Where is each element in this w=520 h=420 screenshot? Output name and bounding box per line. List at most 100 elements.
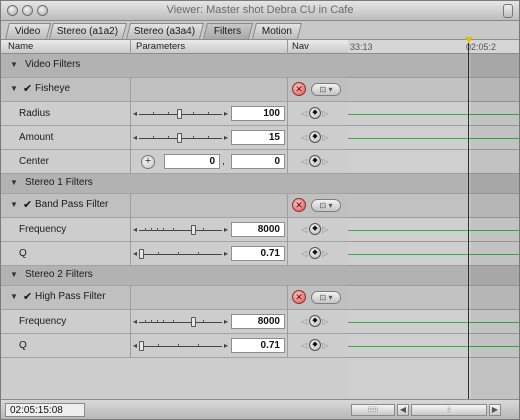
slider-knob[interactable]: [139, 341, 144, 351]
filter-row-fisheye[interactable]: ▼ ✔ Fisheye ✕ ⊡ ▾: [1, 78, 348, 102]
zoom-slider[interactable]: ⦙⦙⦙⦙⦙⦙: [351, 404, 395, 416]
group-label: Video Filters: [25, 59, 81, 70]
column-nav-header[interactable]: Nav: [292, 41, 309, 52]
column-divider[interactable]: [130, 40, 131, 54]
filter-row-band-pass[interactable]: ▼ ✔ Band Pass Filter ✕ ⊡ ▾: [1, 194, 348, 218]
disclosure-triangle-icon[interactable]: ▼: [10, 292, 18, 301]
center-x-field[interactable]: 0: [164, 154, 220, 169]
bp-q-slider[interactable]: ◂ ▸: [133, 249, 228, 259]
disclosure-triangle-icon[interactable]: ▼: [10, 200, 18, 209]
current-timecode-field[interactable]: 02:05:15:08: [5, 403, 85, 417]
slider-increase-icon[interactable]: ▸: [224, 109, 228, 118]
slider-knob[interactable]: [177, 133, 182, 143]
group-row-stereo1-filters[interactable]: ▼ Stereo 1 Filters: [1, 174, 348, 194]
column-divider[interactable]: [287, 40, 288, 54]
slider-increase-icon[interactable]: ▸: [224, 317, 228, 326]
add-keyframe-button[interactable]: ◆: [309, 247, 321, 259]
group-row-video-filters[interactable]: ▼ Video Filters: [1, 54, 348, 78]
horizontal-scrollbar[interactable]: ⦙⦙: [411, 404, 487, 416]
next-keyframe-icon[interactable]: ▷: [322, 109, 328, 118]
enable-checkbox[interactable]: ✔: [23, 290, 32, 303]
column-parameters-header[interactable]: Parameters: [136, 41, 185, 52]
next-keyframe-icon[interactable]: ▷: [322, 133, 328, 142]
slider-knob[interactable]: [139, 249, 144, 259]
slider-increase-icon[interactable]: ▸: [224, 341, 228, 350]
toolbar-toggle-button[interactable]: [503, 4, 513, 18]
playhead-marker-icon[interactable]: [465, 37, 473, 43]
param-row-hp-frequency: Frequency ◂ ▸ 8000 ◁ ◆ ▷: [1, 310, 348, 334]
add-keyframe-button[interactable]: ◆: [309, 131, 321, 143]
slider-decrease-icon[interactable]: ◂: [133, 225, 137, 234]
scroll-right-button[interactable]: ▶: [489, 404, 501, 416]
add-keyframe-button[interactable]: ◆: [309, 315, 321, 327]
hp-q-slider[interactable]: ◂ ▸: [133, 341, 228, 351]
scroll-left-button[interactable]: ◀: [397, 404, 409, 416]
add-keyframe-button[interactable]: ◆: [309, 223, 321, 235]
prev-keyframe-icon[interactable]: ◁: [301, 157, 307, 166]
radius-slider[interactable]: ◂ ▸: [133, 109, 228, 119]
filter-row-high-pass[interactable]: ▼ ✔ High Pass Filter ✕ ⊡ ▾: [1, 286, 348, 310]
enable-checkbox[interactable]: ✔: [23, 82, 32, 95]
slider-decrease-icon[interactable]: ◂: [133, 249, 137, 258]
prev-keyframe-icon[interactable]: ◁: [301, 249, 307, 258]
filter-menu-button[interactable]: ⊡ ▾: [311, 83, 341, 96]
amount-value-field[interactable]: 15: [231, 130, 285, 145]
slider-knob[interactable]: [177, 109, 182, 119]
next-keyframe-icon[interactable]: ▷: [322, 249, 328, 258]
slider-decrease-icon[interactable]: ◂: [133, 133, 137, 142]
group-row-stereo2-filters[interactable]: ▼ Stereo 2 Filters: [1, 266, 348, 286]
enable-checkbox[interactable]: ✔: [23, 198, 32, 211]
radius-value-field[interactable]: 100: [231, 106, 285, 121]
prev-keyframe-icon[interactable]: ◁: [301, 133, 307, 142]
prev-keyframe-icon[interactable]: ◁: [301, 317, 307, 326]
next-keyframe-icon[interactable]: ▷: [322, 157, 328, 166]
slider-knob[interactable]: [191, 317, 196, 327]
tab-stereo-a1a2[interactable]: Stereo (a1a2): [49, 23, 127, 39]
hp-frequency-slider[interactable]: ◂ ▸: [133, 317, 228, 327]
tab-filters[interactable]: Filters: [203, 23, 253, 39]
filter-menu-button[interactable]: ⊡ ▾: [311, 291, 341, 304]
playhead-line[interactable]: [468, 43, 469, 399]
add-keyframe-button[interactable]: ◆: [309, 107, 321, 119]
remove-filter-button[interactable]: ✕: [292, 290, 306, 304]
remove-filter-button[interactable]: ✕: [292, 82, 306, 96]
disclosure-triangle-icon[interactable]: ▼: [10, 270, 18, 279]
amount-slider[interactable]: ◂ ▸: [133, 133, 228, 143]
prev-keyframe-icon[interactable]: ◁: [301, 341, 307, 350]
next-keyframe-icon[interactable]: ▷: [322, 341, 328, 350]
disclosure-triangle-icon[interactable]: ▼: [10, 178, 18, 187]
tab-stereo-a3a4[interactable]: Stereo (a3a4): [126, 23, 204, 39]
title-bar[interactable]: Viewer: Master shot Debra CU in Cafe: [1, 1, 519, 21]
hp-q-value-field[interactable]: 0.71: [231, 338, 285, 353]
filter-menu-button[interactable]: ⊡ ▾: [311, 199, 341, 212]
slider-tick: [208, 136, 209, 139]
add-keyframe-button[interactable]: ◆: [309, 339, 321, 351]
tab-motion[interactable]: Motion: [252, 23, 302, 39]
disclosure-triangle-icon[interactable]: ▼: [10, 60, 18, 69]
slider-knob[interactable]: [191, 225, 196, 235]
column-name-header[interactable]: Name: [8, 41, 33, 52]
next-keyframe-icon[interactable]: ▷: [322, 225, 328, 234]
column-divider: [130, 334, 131, 358]
timeline-ruler[interactable]: 33:13 02:05:2: [348, 39, 519, 54]
hp-frequency-value-field[interactable]: 8000: [231, 314, 285, 329]
remove-filter-button[interactable]: ✕: [292, 198, 306, 212]
slider-decrease-icon[interactable]: ◂: [133, 317, 137, 326]
add-keyframe-button[interactable]: ◆: [309, 155, 321, 167]
slider-tick: [178, 252, 179, 255]
center-y-field[interactable]: 0: [231, 154, 285, 169]
prev-keyframe-icon[interactable]: ◁: [301, 225, 307, 234]
slider-increase-icon[interactable]: ▸: [224, 133, 228, 142]
slider-increase-icon[interactable]: ▸: [224, 249, 228, 258]
bp-frequency-slider[interactable]: ◂ ▸: [133, 225, 228, 235]
slider-increase-icon[interactable]: ▸: [224, 225, 228, 234]
bp-frequency-value-field[interactable]: 8000: [231, 222, 285, 237]
slider-decrease-icon[interactable]: ◂: [133, 341, 137, 350]
point-select-button[interactable]: +: [141, 155, 155, 169]
tab-video[interactable]: Video: [5, 23, 51, 39]
bp-q-value-field[interactable]: 0.71: [231, 246, 285, 261]
slider-decrease-icon[interactable]: ◂: [133, 109, 137, 118]
prev-keyframe-icon[interactable]: ◁: [301, 109, 307, 118]
next-keyframe-icon[interactable]: ▷: [322, 317, 328, 326]
disclosure-triangle-icon[interactable]: ▼: [10, 84, 18, 93]
